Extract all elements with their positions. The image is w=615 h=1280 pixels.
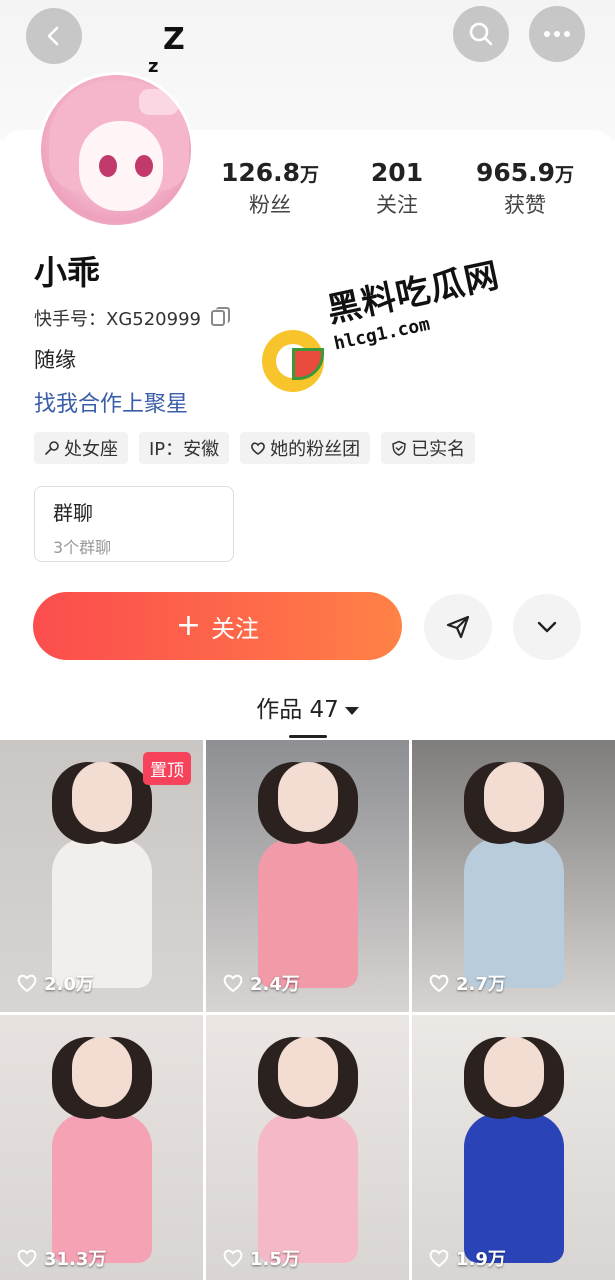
tag-ip[interactable]: IP：安徽	[139, 432, 230, 464]
tag-verified-label: 已实名	[411, 439, 466, 460]
stat-fans-unit: 万	[300, 164, 320, 186]
post-tile[interactable]: 2.4万	[206, 740, 409, 1012]
expand-button[interactable]	[513, 594, 581, 660]
tag-ip-label: IP：安徽	[149, 439, 220, 460]
post-tile[interactable]: 2.7万	[412, 740, 615, 1012]
chevron-down-icon	[537, 621, 557, 633]
stat-following-label: 关注	[376, 193, 418, 217]
kuaishou-id: 快手号：XG520999	[34, 309, 201, 330]
sleep-mark-large: Z	[163, 22, 185, 57]
follow-button-label: 关注	[211, 614, 260, 643]
send-icon	[446, 615, 470, 639]
profile-name: 小乖	[34, 253, 100, 292]
tab-works[interactable]: 作品 47	[0, 690, 615, 724]
group-chat-title: 群聊	[53, 501, 93, 525]
stat-likes-label: 获赞	[504, 193, 546, 217]
tag-verified[interactable]: 已实名	[381, 432, 476, 464]
post-tile[interactable]: 1.9万	[412, 1015, 615, 1280]
more-button[interactable]	[529, 6, 585, 62]
zodiac-icon	[45, 441, 59, 455]
group-chat-card[interactable]: 群聊 3个群聊	[34, 486, 234, 562]
post-figure-outfit	[52, 1113, 152, 1263]
post-likes: 2.0万	[16, 970, 94, 996]
message-button[interactable]	[424, 594, 492, 660]
stat-fans[interactable]: 126.8万 粉丝	[205, 158, 335, 219]
plus-icon: +	[175, 608, 202, 643]
post-likes-value: 2.0万	[44, 974, 94, 995]
stat-likes-value: 965.9	[475, 158, 556, 187]
watermark: 黑料吃瓜网 hlcg1.com	[262, 255, 503, 392]
post-figure-head	[484, 1037, 544, 1107]
tag-zodiac-label: 处女座	[64, 439, 118, 460]
post-figure-head	[278, 762, 338, 832]
tag-fan-club[interactable]: 她的粉丝团	[240, 432, 371, 464]
copy-icon[interactable]	[211, 307, 230, 326]
post-figure-outfit	[258, 1113, 358, 1263]
stat-likes[interactable]: 965.9万 获赞	[460, 158, 590, 219]
post-likes-value: 1.5万	[250, 1249, 300, 1270]
heart-outline-icon	[17, 974, 37, 993]
heart-icon	[251, 442, 266, 455]
stat-following[interactable]: 201 关注	[332, 158, 462, 219]
post-figure-head	[72, 1037, 132, 1107]
heart-outline-icon	[429, 974, 449, 993]
kuaishou-id-row[interactable]: 快手号：XG520999	[34, 305, 230, 331]
search-icon	[469, 22, 493, 46]
profile-bio: 随缘	[34, 348, 76, 372]
post-likes: 31.3万	[16, 1245, 106, 1271]
post-likes: 2.7万	[428, 970, 506, 996]
post-likes-value: 2.7万	[456, 974, 506, 995]
post-likes-value: 1.9万	[456, 1249, 506, 1270]
follow-button[interactable]: + 关注	[33, 592, 402, 660]
tag-fan-club-label: 她的粉丝团	[270, 439, 361, 460]
stat-fans-value: 126.8	[220, 158, 301, 187]
heart-outline-icon	[17, 1249, 37, 1268]
post-tile[interactable]: 置顶 2.0万	[0, 740, 203, 1012]
back-button[interactable]	[26, 8, 82, 64]
tab-works-label: 作品 47	[256, 697, 339, 723]
post-tile[interactable]: 31.3万	[0, 1015, 203, 1280]
post-figure-head	[72, 762, 132, 832]
heart-outline-icon	[223, 1249, 243, 1268]
heart-outline-icon	[429, 1249, 449, 1268]
more-dots-icon	[544, 31, 570, 37]
post-figure-head	[484, 762, 544, 832]
stat-fans-label: 粉丝	[249, 193, 291, 217]
tab-works-indicator	[289, 735, 327, 738]
chevron-left-icon	[47, 26, 59, 46]
post-figure-head	[278, 1037, 338, 1107]
post-likes-value: 31.3万	[44, 1249, 107, 1270]
shield-check-icon	[392, 440, 406, 456]
caret-down-icon	[344, 706, 359, 715]
post-likes-value: 2.4万	[250, 974, 300, 995]
pinned-badge: 置顶	[143, 752, 191, 785]
heart-outline-icon	[223, 974, 243, 993]
post-figure-outfit	[464, 1113, 564, 1263]
post-tile[interactable]: 1.5万	[206, 1015, 409, 1280]
stat-following-value: 201	[370, 158, 424, 187]
post-figure-outfit	[258, 838, 358, 988]
post-likes: 2.4万	[222, 970, 300, 996]
stat-likes-unit: 万	[555, 164, 575, 186]
post-figure-outfit	[464, 838, 564, 988]
collab-link[interactable]: 找我合作上聚星	[34, 386, 188, 418]
post-likes: 1.5万	[222, 1245, 300, 1271]
post-figure-outfit	[52, 838, 152, 988]
post-likes: 1.9万	[428, 1245, 506, 1271]
watermelon-logo-icon	[262, 330, 324, 392]
tag-zodiac[interactable]: 处女座	[34, 432, 128, 464]
profile-tags: 处女座 IP：安徽 她的粉丝团 已实名	[34, 432, 476, 464]
avatar[interactable]	[38, 72, 194, 228]
search-button[interactable]	[453, 6, 509, 62]
group-chat-subtitle: 3个群聊	[53, 538, 112, 557]
sleep-mark-small: z	[148, 56, 159, 77]
